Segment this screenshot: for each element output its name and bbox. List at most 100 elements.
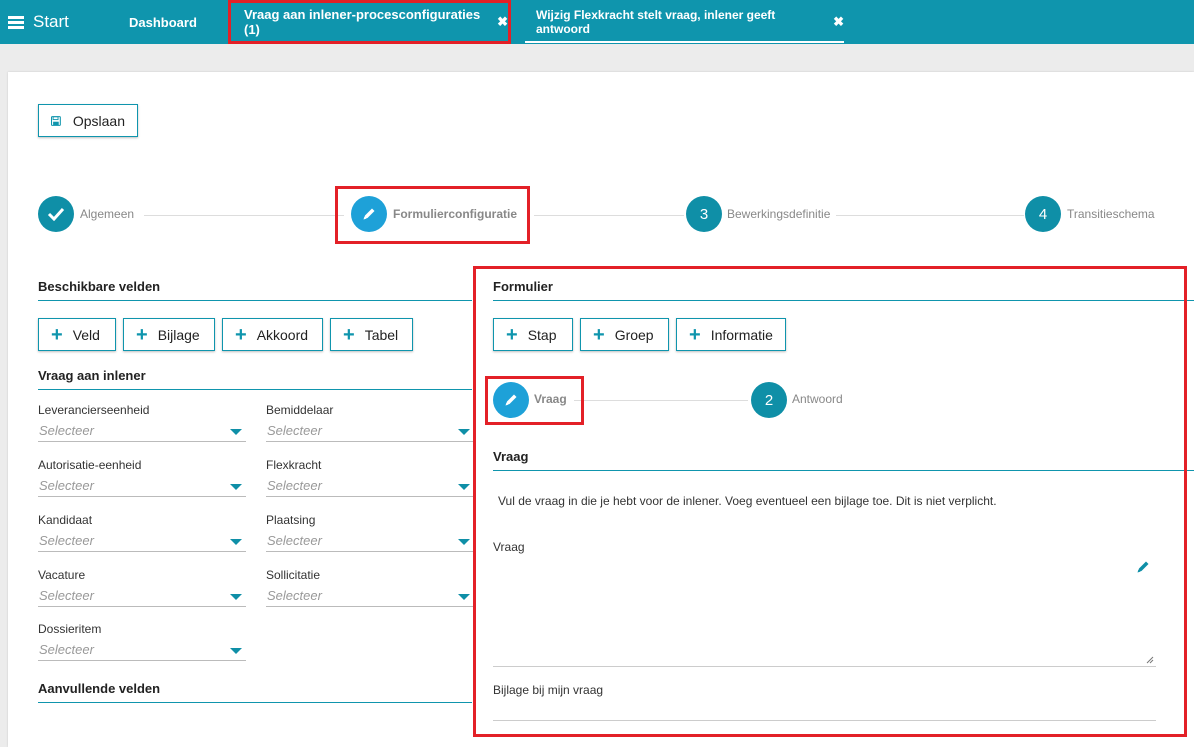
caret-down-icon — [230, 648, 242, 654]
caret-down-icon — [230, 484, 242, 490]
field-label: Leverancierseenheid — [38, 403, 150, 417]
step-number: 2 — [764, 391, 774, 409]
field-label: Plaatsing — [266, 513, 316, 527]
stepper-connector — [574, 400, 748, 401]
field-label: Autorisatie-eenheid — [38, 458, 142, 472]
plus-icon: + — [235, 323, 247, 346]
kandidaat-select[interactable]: Selecteer — [38, 532, 246, 552]
tab-wijzig-flexkracht[interactable]: Wijzig Flexkracht stelt vraag, inlener g… — [525, 0, 844, 44]
field-label: Dossieritem — [38, 622, 102, 636]
resize-handle-icon[interactable] — [1146, 656, 1154, 664]
plus-icon: + — [689, 323, 701, 346]
button-label: Bijlage — [157, 326, 200, 343]
step-algemeen-circle[interactable] — [38, 196, 74, 232]
attachment-label: Bijlage bij mijn vraag — [493, 683, 604, 697]
caret-down-icon — [230, 594, 242, 600]
main-card: Opslaan Algemeen Formulierconfiguratie 3… — [8, 72, 1194, 747]
bemiddelaar-select[interactable]: Selecteer — [266, 422, 474, 442]
caret-down-icon — [458, 594, 470, 600]
pencil-icon — [505, 394, 517, 406]
button-label: Stap — [527, 326, 557, 343]
button-label: Tabel — [364, 326, 399, 343]
step-algemeen-label[interactable]: Algemeen — [80, 207, 134, 221]
add-groep-button[interactable]: + Groep — [580, 318, 669, 351]
plus-icon: + — [593, 323, 605, 346]
sollicitatie-select[interactable]: Selecteer — [266, 587, 474, 607]
start-menu-button[interactable]: Start — [8, 11, 69, 33]
field-label: Flexkracht — [266, 458, 322, 472]
add-informatie-button[interactable]: + Informatie — [676, 318, 786, 351]
hamburger-icon — [8, 15, 24, 29]
step-formulierconfiguratie-circle[interactable] — [351, 196, 387, 232]
divider — [493, 470, 1194, 471]
checkmark-icon — [47, 207, 65, 221]
field-label: Kandidaat — [38, 513, 93, 527]
button-label: Akkoord — [256, 326, 309, 343]
step-bewerkingsdefinitie-label[interactable]: Bewerkingsdefinitie — [727, 207, 830, 221]
tab-dashboard[interactable]: Dashboard — [129, 0, 197, 44]
vacature-select[interactable]: Selecteer — [38, 587, 246, 607]
save-button[interactable]: Opslaan — [38, 104, 138, 137]
caret-down-icon — [230, 429, 242, 435]
stepper-connector — [144, 215, 344, 216]
flexkracht-select[interactable]: Selecteer — [266, 477, 474, 497]
stepper-connector — [836, 215, 1024, 216]
substep-vraag-circle[interactable] — [493, 382, 529, 418]
button-label: Groep — [614, 326, 654, 343]
field-label: Sollicitatie — [266, 568, 321, 582]
step-transitieschema-circle[interactable]: 4 — [1025, 196, 1061, 232]
button-label: Informatie — [710, 326, 773, 343]
step-number: 3 — [699, 205, 709, 223]
plus-icon: + — [51, 323, 63, 346]
available-fields-title: Beschikbare velden — [38, 279, 161, 294]
caret-down-icon — [458, 539, 470, 545]
question-label: Vraag — [493, 540, 525, 554]
extra-fields-title: Aanvullende velden — [38, 681, 161, 696]
pencil-icon — [363, 208, 375, 220]
plaatsing-select[interactable]: Selecteer — [266, 532, 474, 552]
stepper-connector — [534, 215, 684, 216]
substep-antwoord-circle[interactable]: 2 — [751, 382, 787, 418]
add-akkoord-button[interactable]: + Akkoord — [222, 318, 323, 351]
divider — [38, 702, 472, 703]
question-textarea[interactable] — [493, 557, 1156, 667]
step-formulierconfiguratie-label[interactable]: Formulierconfiguratie — [393, 207, 517, 221]
caret-down-icon — [458, 484, 470, 490]
group-title: Vraag aan inlener — [38, 368, 146, 383]
tab-vraag-aan-inlener[interactable]: Vraag aan inlener-procesconfiguraties (1… — [228, 0, 511, 44]
form-title: Formulier — [493, 279, 553, 294]
add-veld-button[interactable]: + Veld — [38, 318, 116, 351]
tab-label: Wijzig Flexkracht stelt vraag, inlener g… — [536, 8, 776, 36]
substep-antwoord-label[interactable]: Antwoord — [792, 392, 843, 406]
dossieritem-select[interactable]: Selecteer — [38, 641, 246, 661]
caret-down-icon — [458, 429, 470, 435]
top-bar: Start Dashboard Vraag aan inlener-proces… — [0, 0, 1194, 44]
floppy-disk-icon — [51, 115, 61, 126]
step-bewerkingsdefinitie-circle[interactable]: 3 — [686, 196, 722, 232]
autorisatie-eenheid-select[interactable]: Selecteer — [38, 477, 246, 497]
plus-icon: + — [506, 323, 518, 346]
add-tabel-button[interactable]: + Tabel — [330, 318, 413, 351]
add-bijlage-button[interactable]: + Bijlage — [123, 318, 215, 351]
tab-dashboard-label: Dashboard — [129, 14, 197, 30]
button-label: Veld — [72, 326, 100, 343]
caret-down-icon — [230, 539, 242, 545]
form-description: Vul de vraag in die je hebt voor de inle… — [498, 494, 997, 508]
tab-label: Vraag aan inlener-procesconfiguraties (1… — [244, 7, 481, 37]
add-stap-button[interactable]: + Stap — [493, 318, 573, 351]
divider — [38, 389, 472, 390]
leverancierseenheid-select[interactable]: Selecteer — [38, 422, 246, 442]
step-transitieschema-label[interactable]: Transitieschema — [1067, 207, 1155, 221]
close-icon[interactable]: ✖ — [497, 14, 508, 30]
start-label: Start — [33, 12, 69, 31]
close-icon[interactable]: ✖ — [833, 14, 844, 30]
field-label: Vacature — [38, 568, 86, 582]
substep-vraag-label[interactable]: Vraag — [534, 392, 567, 406]
save-label: Opslaan — [72, 112, 125, 129]
divider — [38, 300, 472, 301]
step-number: 4 — [1038, 205, 1048, 223]
plus-icon: + — [343, 323, 355, 346]
attachment-field[interactable] — [493, 700, 1156, 721]
divider — [493, 300, 1194, 301]
plus-icon: + — [136, 323, 148, 346]
